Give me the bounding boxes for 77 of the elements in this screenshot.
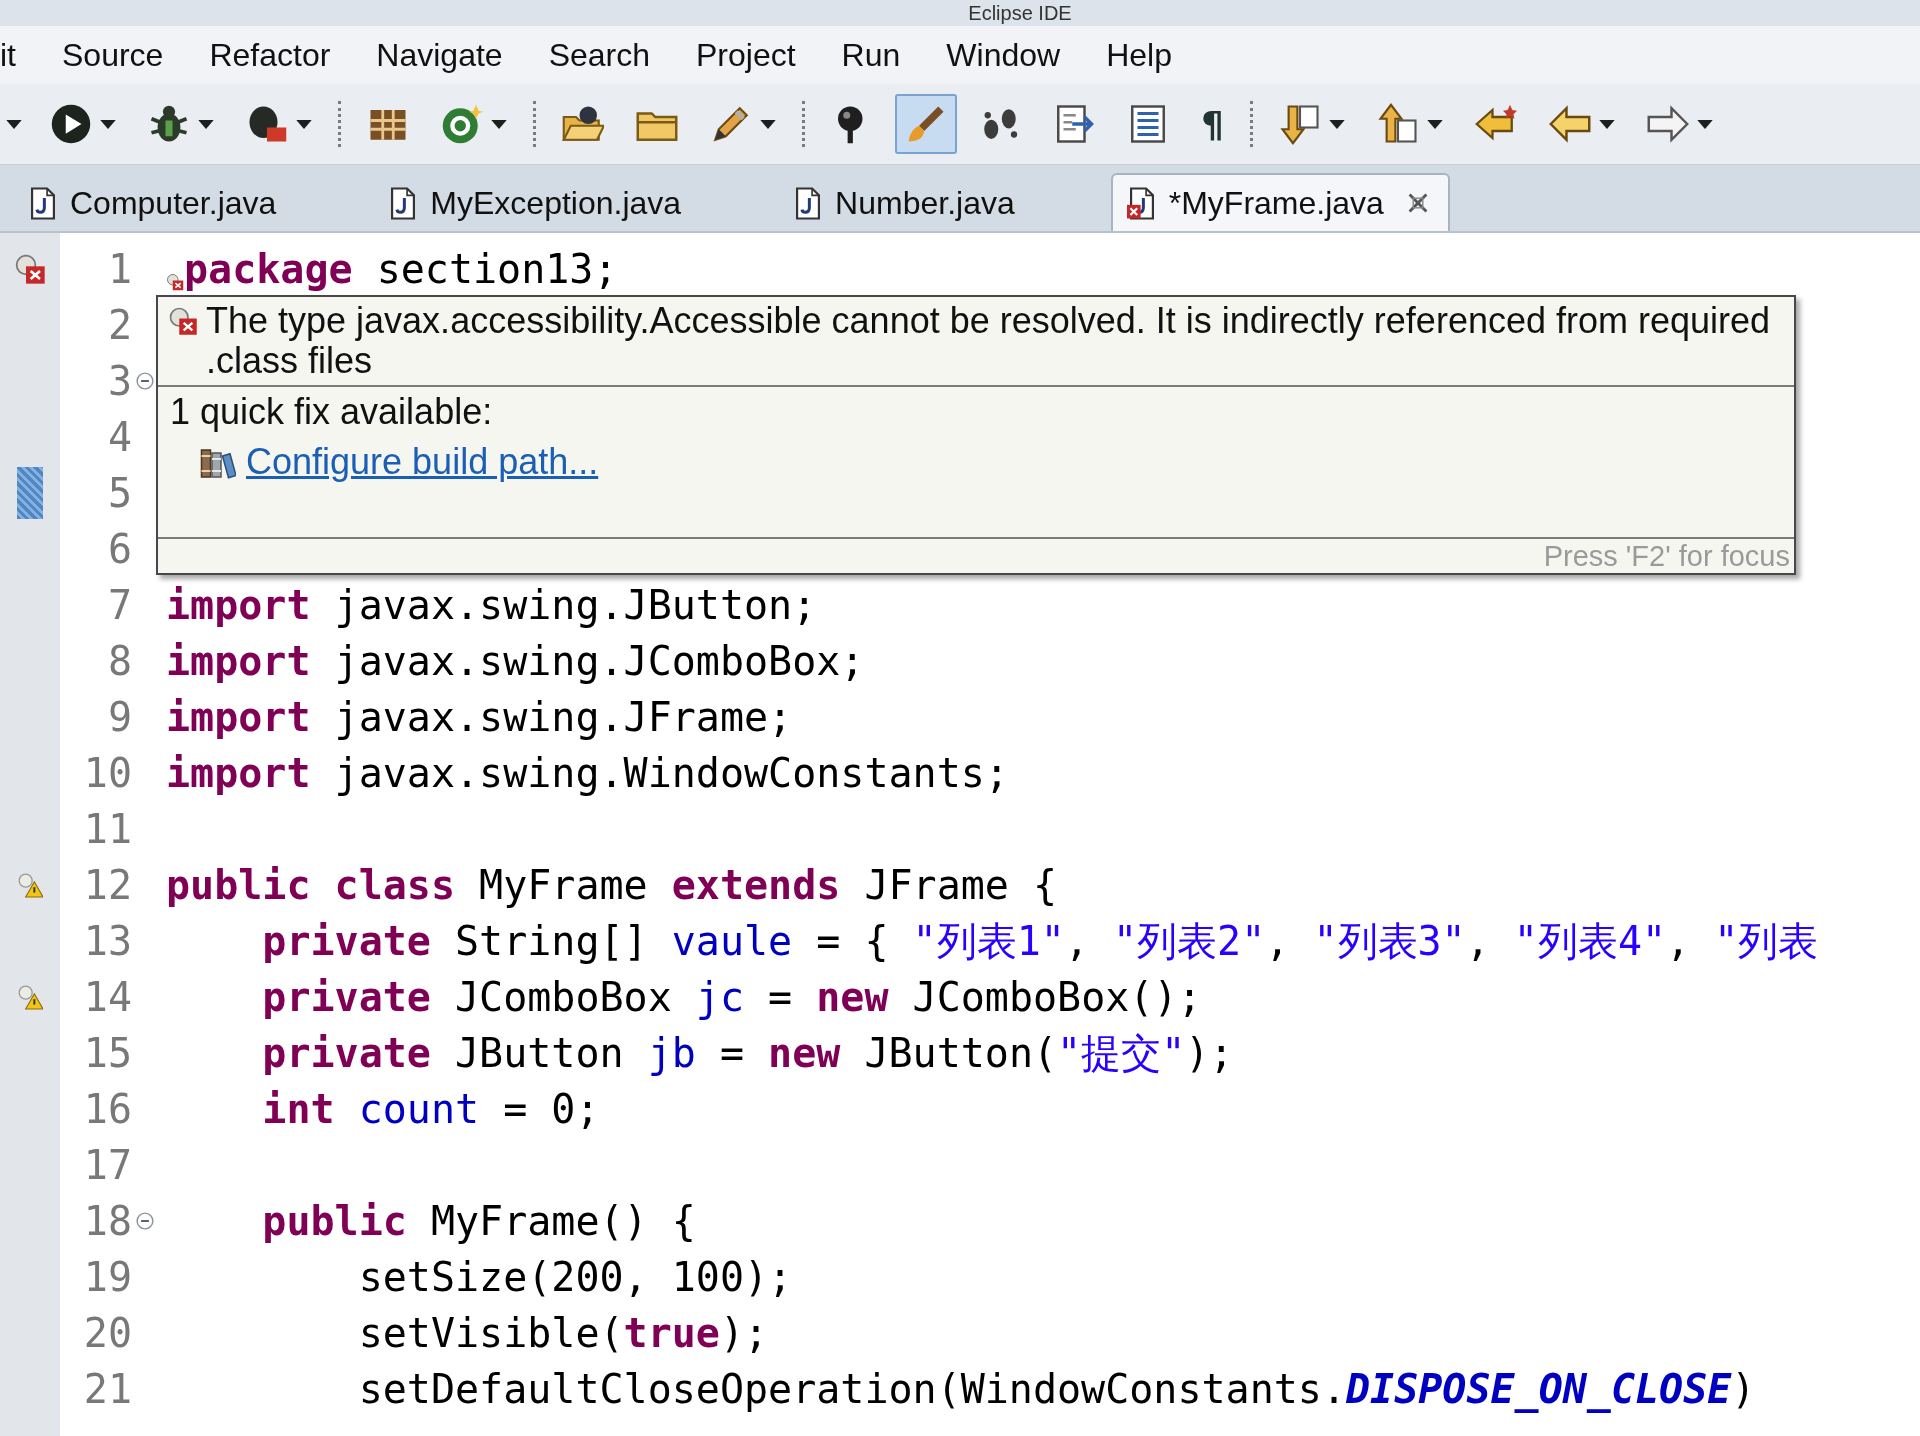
code-line: public MyFrame() {	[261, 1197, 696, 1245]
focus-hint: Press 'F2' for focus	[1543, 539, 1790, 573]
collapse-icon[interactable]	[136, 372, 154, 390]
line-number: 3	[107, 357, 132, 405]
line-number: 16	[83, 1085, 132, 1133]
code-line: import javax.swing.JComboBox;	[166, 637, 865, 685]
line-number: 7	[107, 581, 132, 629]
code-line: import javax.swing.JFrame;	[166, 693, 793, 741]
line-number: 12	[83, 861, 132, 909]
warning-icon	[17, 872, 43, 898]
collapse-icon[interactable]	[136, 1212, 154, 1230]
caret-icon[interactable]	[296, 119, 312, 129]
menu-item[interactable]: Search	[548, 35, 650, 75]
caret-icon[interactable]	[1696, 119, 1713, 129]
caret-icon[interactable]	[760, 119, 776, 129]
caret-icon[interactable]	[198, 119, 214, 129]
code-line: setVisible(true);	[357, 1309, 769, 1357]
line-number: 9	[107, 693, 132, 741]
caret-icon[interactable]	[1328, 119, 1345, 129]
caret-icon[interactable]	[1598, 119, 1615, 129]
code-line: public class MyFrame extends JFrame {	[166, 861, 1058, 909]
line-number: 1	[107, 245, 132, 293]
line-number: 18	[83, 1197, 132, 1245]
menu-item[interactable]: Project	[696, 35, 796, 75]
line-number: 19	[83, 1253, 132, 1301]
back-arrow-icon[interactable]	[1548, 103, 1591, 145]
code-line: import javax.swing.WindowConstants;	[166, 749, 1009, 797]
menu-item[interactable]: Window	[946, 35, 1061, 75]
arrow-down-icon[interactable]	[1278, 103, 1321, 145]
line-number: 5	[107, 469, 132, 517]
forward-arrow-icon[interactable]	[1646, 103, 1689, 145]
line-number: 4	[107, 413, 132, 461]
menu-item[interactable]: Help	[1106, 35, 1172, 75]
menu-item[interactable]: Source	[62, 35, 164, 75]
window-title: Eclipse IDE	[968, 1, 1072, 25]
caret-icon[interactable]	[1426, 119, 1443, 129]
code-line: setSize(200, 100);	[357, 1253, 793, 1301]
caret-icon[interactable]	[491, 119, 507, 129]
code-line: import javax.swing.JButton;	[166, 581, 817, 629]
toolbar-button[interactable]: ¶	[1191, 94, 1234, 154]
code-line: setDefaultCloseOperation(WindowConstants.DISPOSE_ON_CLOSE)	[357, 1365, 1756, 1413]
line-number: 20	[83, 1309, 132, 1357]
menu-item[interactable]: Navigate	[376, 35, 503, 75]
line-number: 17	[83, 1141, 132, 1189]
code-line: int count = 0;	[261, 1085, 600, 1133]
warning-icon	[17, 984, 43, 1010]
code-line: private String[] vaule = { "列表1", "列表2", "列表3", "列表4", "列表	[261, 917, 1819, 965]
caret-icon[interactable]	[6, 119, 22, 129]
error-message: The type javax.accessibility.Accessible cannot be resolved. It is indirectly referenced from required .class files	[206, 301, 1772, 381]
error-icon	[14, 253, 46, 285]
line-number: 10	[83, 749, 132, 797]
line-number: 6	[107, 525, 132, 573]
code-line: private JButton jb = new JButton("提交");	[261, 1029, 1234, 1077]
editor-tab[interactable]: Computer.java	[12, 173, 359, 231]
code-line: package section13;	[184, 245, 618, 293]
line-number: 8	[107, 637, 132, 685]
change-marker	[17, 467, 43, 519]
line-number: 2	[107, 301, 132, 349]
quick-fix-heading: 1 quick fix available:	[170, 391, 493, 433]
line-number: 21	[83, 1365, 132, 1413]
menu-item[interactable]: it	[0, 35, 16, 75]
line-number: 11	[83, 805, 132, 853]
editor-tab[interactable]: MyException.java	[372, 173, 764, 231]
menu-item[interactable]: Refactor	[209, 35, 331, 75]
play-icon[interactable]	[50, 103, 92, 145]
editor-tab[interactable]: *MyFrame.java	[1110, 173, 1450, 231]
editor-tab[interactable]: Number.java	[777, 173, 1097, 231]
caret-icon[interactable]	[100, 119, 116, 129]
ring-sparkle-icon[interactable]	[441, 103, 483, 145]
arrow-up-icon[interactable]	[1376, 103, 1419, 145]
code-line: private JComboBox jc = new JComboBox();	[261, 973, 1202, 1021]
line-number: 14	[83, 973, 132, 1021]
line-number: 13	[83, 917, 132, 965]
line-number: 15	[83, 1029, 132, 1077]
error-icon	[168, 306, 198, 336]
menu-item[interactable]: Run	[841, 35, 901, 75]
quick-fix-link[interactable]: Configure build path...	[246, 441, 599, 483]
